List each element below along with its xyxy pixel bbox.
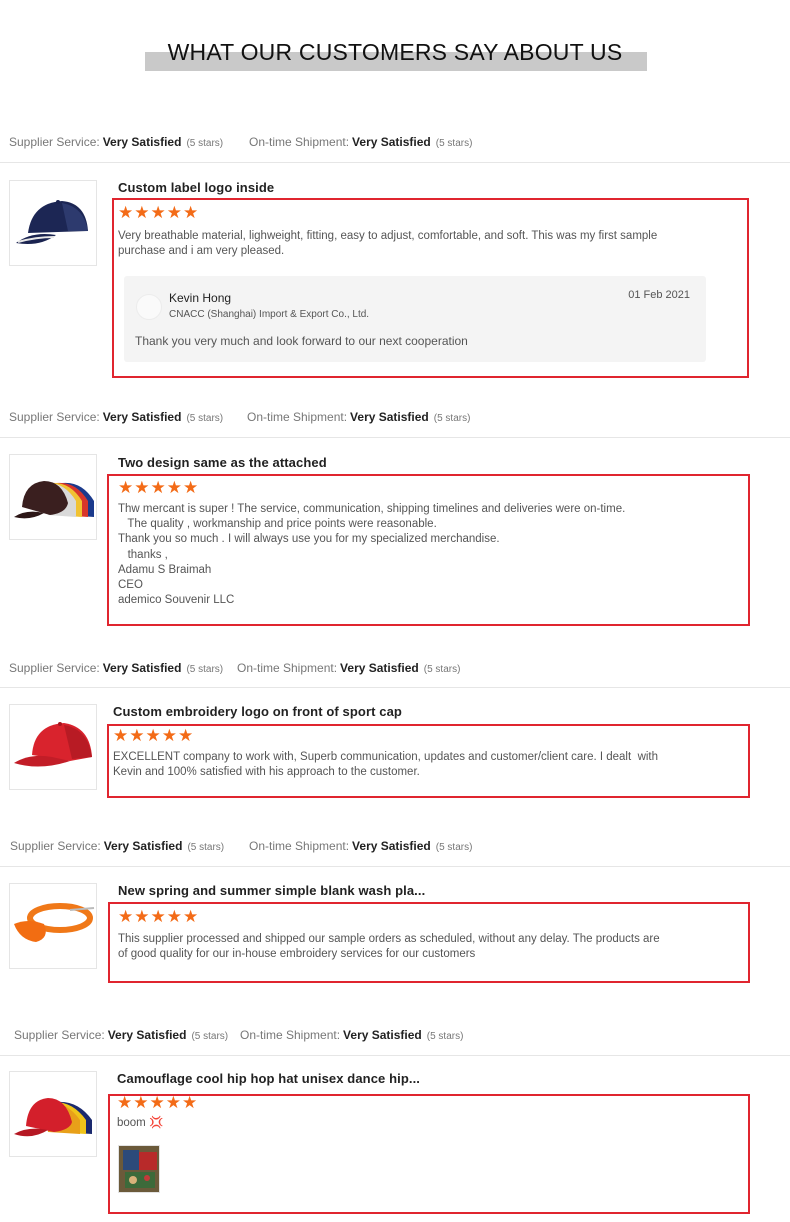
product-thumbnail[interactable] bbox=[9, 180, 97, 266]
product-title[interactable]: Custom label logo inside bbox=[118, 180, 274, 195]
ratings-row: Supplier Service: Very Satisfied (5 stars)… bbox=[0, 404, 790, 430]
review-text: Thw mercant is super ! The service, comm… bbox=[118, 503, 626, 607]
supplier-service-rating: Supplier Service: Very Satisfied (5 stars) bbox=[10, 833, 224, 861]
star-rating: ★★★★★ bbox=[113, 726, 195, 745]
supplier-service-label: Supplier Service: bbox=[14, 1028, 105, 1042]
review-highlight-box bbox=[108, 1094, 750, 1214]
shipment-label: On-time Shipment: bbox=[240, 1028, 341, 1042]
on-time-shipment-rating: On-time Shipment: Very Satisfied (5 stars) bbox=[237, 655, 460, 683]
shipment-value: Very Satisfied bbox=[343, 1028, 422, 1042]
on-time-shipment-rating: On-time Shipment: Very Satisfied (5 stars) bbox=[247, 404, 470, 432]
supplier-service-note: (5 stars) bbox=[186, 138, 224, 149]
avatar bbox=[136, 294, 162, 320]
navy-trucker-cap-image bbox=[16, 200, 88, 244]
on-time-shipment-rating: On-time Shipment: Very Satisfied (5 stars) bbox=[249, 833, 472, 861]
shipment-value: Very Satisfied bbox=[350, 410, 429, 424]
shipment-value: Very Satisfied bbox=[352, 135, 431, 149]
supplier-service-note: (5 stars) bbox=[191, 1031, 229, 1042]
ratings-row: Supplier Service: Very Satisfied (5 stars)… bbox=[0, 1022, 790, 1048]
product-thumbnail[interactable] bbox=[9, 704, 97, 790]
divider bbox=[0, 437, 790, 438]
supplier-service-label: Supplier Service: bbox=[10, 839, 101, 853]
supplier-service-value: Very Satisfied bbox=[102, 135, 182, 149]
supplier-service-rating: Supplier Service: Very Satisfied (5 stars) bbox=[9, 129, 223, 157]
supplier-service-label: Supplier Service: bbox=[9, 410, 100, 424]
supplier-service-rating: Supplier Service: Very Satisfied (5 stars) bbox=[9, 655, 223, 683]
on-time-shipment-rating: On-time Shipment: Very Satisfied (5 stars) bbox=[249, 129, 472, 157]
shipment-note: (5 stars) bbox=[435, 138, 473, 149]
supplier-service-note: (5 stars) bbox=[186, 664, 224, 675]
multicolor-caps-image bbox=[14, 481, 94, 519]
product-title[interactable]: New spring and summer simple blank wash … bbox=[118, 883, 425, 898]
supplier-service-label: Supplier Service: bbox=[9, 135, 100, 149]
product-thumbnail[interactable] bbox=[9, 883, 97, 969]
product-title[interactable]: Camouflage cool hip hop hat unisex dance… bbox=[117, 1071, 420, 1086]
shipment-label: On-time Shipment: bbox=[237, 661, 338, 675]
supplier-service-note: (5 stars) bbox=[186, 413, 224, 424]
customer-photo-image bbox=[119, 1146, 159, 1192]
on-time-shipment-rating: On-time Shipment: Very Satisfied (5 stars) bbox=[240, 1022, 463, 1050]
shipment-note: (5 stars) bbox=[433, 413, 471, 424]
divider bbox=[0, 866, 790, 867]
divider bbox=[0, 1055, 790, 1056]
supplier-service-label: Supplier Service: bbox=[9, 661, 100, 675]
page-header: WHAT OUR CUSTOMERS SAY ABOUT US bbox=[0, 38, 790, 74]
hip-hop-caps-image bbox=[14, 1098, 92, 1137]
divider bbox=[0, 162, 790, 163]
review-text: boom 💢 bbox=[117, 1117, 164, 1129]
shipment-value: Very Satisfied bbox=[340, 661, 419, 675]
review-photo-thumbnail[interactable] bbox=[118, 1145, 160, 1193]
supplier-service-value: Very Satisfied bbox=[107, 1028, 187, 1042]
star-rating: ★★★★★ bbox=[117, 1093, 199, 1112]
shipment-label: On-time Shipment: bbox=[249, 839, 350, 853]
ratings-row: Supplier Service: Very Satisfied (5 stars)… bbox=[0, 655, 790, 681]
star-rating: ★★★★★ bbox=[118, 478, 200, 497]
supplier-service-rating: Supplier Service: Very Satisfied (5 stars) bbox=[14, 1022, 228, 1050]
reply-author-name: Kevin Hong bbox=[169, 291, 232, 305]
divider bbox=[0, 687, 790, 688]
shipment-label: On-time Shipment: bbox=[249, 135, 350, 149]
orange-visor-image bbox=[14, 903, 95, 942]
shipment-note: (5 stars) bbox=[426, 1031, 464, 1042]
shipment-note: (5 stars) bbox=[435, 842, 473, 853]
review-text: EXCELLENT company to work with, Superb c… bbox=[113, 751, 659, 779]
reply-text: Thank you very much and look forward to … bbox=[135, 334, 468, 348]
supplier-service-rating: Supplier Service: Very Satisfied (5 stars) bbox=[9, 404, 223, 432]
supplier-service-value: Very Satisfied bbox=[102, 410, 182, 424]
star-rating: ★★★★★ bbox=[118, 203, 200, 222]
review-text: Very breathable material, lighweight, fi… bbox=[118, 230, 658, 258]
product-thumbnail[interactable] bbox=[9, 1071, 97, 1157]
shipment-label: On-time Shipment: bbox=[247, 410, 348, 424]
product-thumbnail[interactable] bbox=[9, 454, 97, 540]
shipment-note: (5 stars) bbox=[423, 664, 461, 675]
ratings-row: Supplier Service: Very Satisfied (5 stars)… bbox=[0, 129, 790, 155]
star-rating: ★★★★★ bbox=[118, 907, 200, 926]
supplier-service-value: Very Satisfied bbox=[103, 839, 183, 853]
reply-company: CNACC (Shanghai) Import & Export Co., Lt… bbox=[169, 309, 370, 320]
red-sport-cap-image bbox=[14, 722, 92, 767]
ratings-row: Supplier Service: Very Satisfied (5 stars)… bbox=[0, 833, 790, 859]
page-title: WHAT OUR CUSTOMERS SAY ABOUT US bbox=[167, 39, 623, 65]
product-title[interactable]: Two design same as the attached bbox=[118, 455, 327, 470]
reply-date: 01 Feb 2021 bbox=[628, 289, 690, 301]
supplier-service-value: Very Satisfied bbox=[102, 661, 182, 675]
supplier-reply: Kevin Hong CNACC (Shanghai) Import & Exp… bbox=[124, 276, 706, 362]
shipment-value: Very Satisfied bbox=[352, 839, 431, 853]
review-text: This supplier processed and shipped our … bbox=[118, 933, 660, 961]
product-title[interactable]: Custom embroidery logo on front of sport… bbox=[113, 704, 402, 719]
supplier-service-note: (5 stars) bbox=[187, 842, 225, 853]
